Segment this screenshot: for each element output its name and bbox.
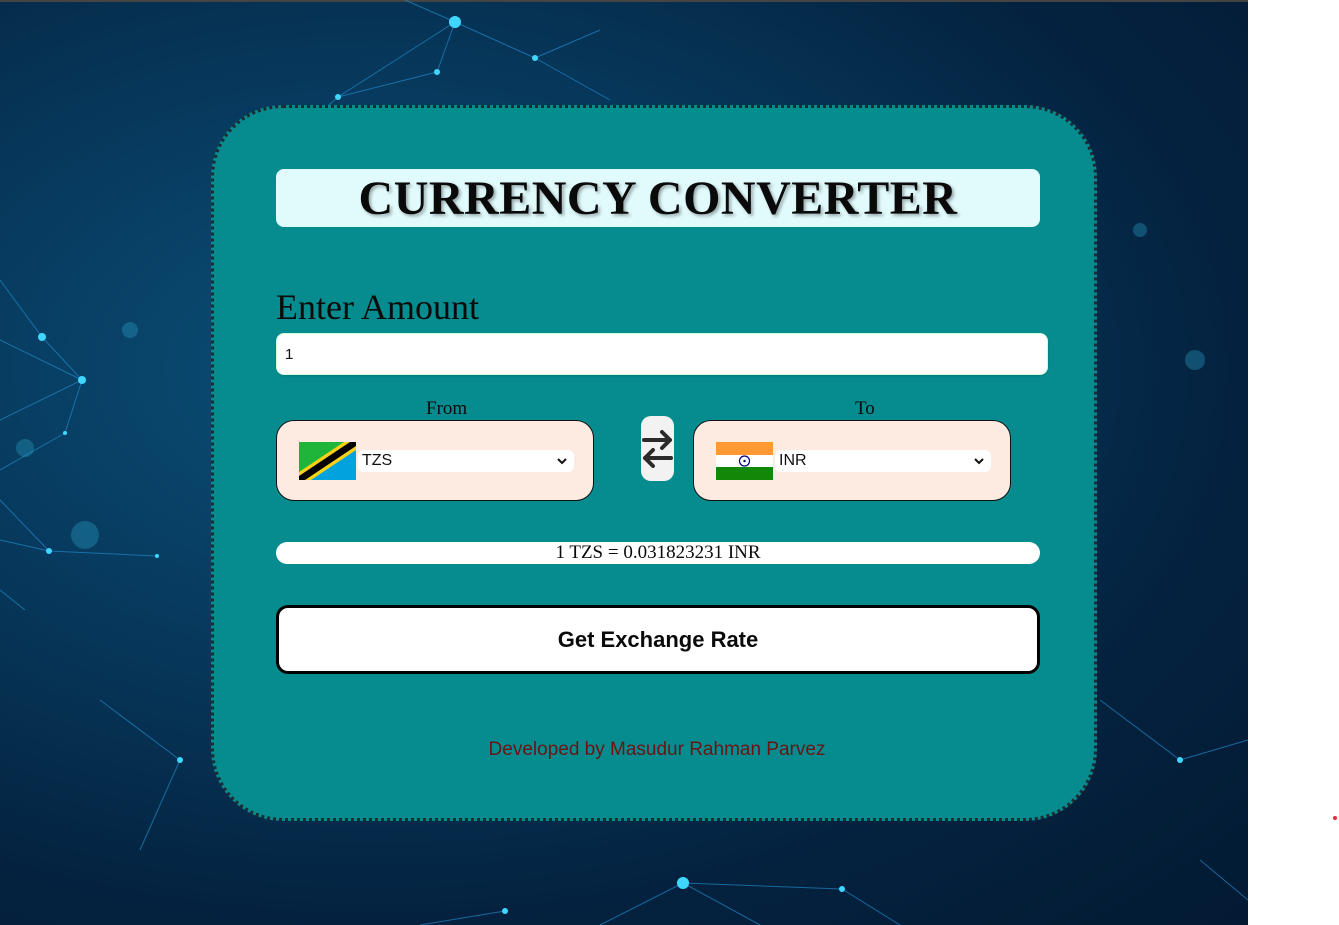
get-exchange-rate-button[interactable]: Get Exchange Rate bbox=[276, 605, 1040, 674]
swap-button[interactable] bbox=[641, 416, 674, 481]
page-title: CURRENCY CONVERTER bbox=[358, 171, 958, 225]
swap-arrows-icon bbox=[642, 429, 673, 468]
red-dot bbox=[1333, 816, 1337, 820]
to-currency-select[interactable]: INR bbox=[775, 450, 991, 472]
amount-input[interactable]: 1 bbox=[276, 333, 1048, 375]
india-flag-icon bbox=[716, 442, 773, 480]
title-box: CURRENCY CONVERTER bbox=[276, 169, 1040, 227]
to-currency-box: INR bbox=[693, 420, 1011, 501]
amount-label: Enter Amount bbox=[276, 287, 479, 327]
to-currency-value: INR bbox=[779, 452, 807, 469]
chevron-down-icon bbox=[974, 458, 984, 465]
get-exchange-rate-label: Get Exchange Rate bbox=[557, 626, 759, 652]
chevron-down-icon bbox=[557, 458, 567, 465]
amount-input-value: 1 bbox=[285, 345, 294, 363]
from-label: From bbox=[426, 398, 468, 419]
converter-card: CURRENCY CONVERTER Enter Amount 1 From T… bbox=[211, 105, 1097, 821]
developer-credit: Developed by Masudur Rahman Parvez bbox=[488, 739, 826, 760]
exchange-result: 1 TZS = 0.031823231 INR bbox=[276, 542, 1040, 564]
tanzania-flag-icon bbox=[299, 442, 356, 480]
from-currency-value: TZS bbox=[362, 452, 393, 469]
from-currency-select[interactable]: TZS bbox=[358, 450, 574, 472]
from-currency-box: TZS bbox=[276, 420, 594, 501]
to-label: To bbox=[855, 398, 875, 419]
